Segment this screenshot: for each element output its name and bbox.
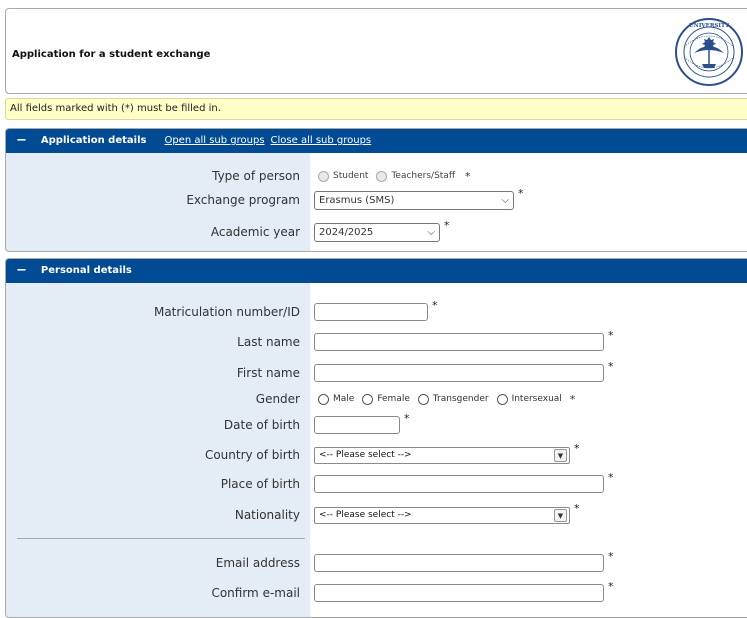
confirm-email-input[interactable] <box>314 584 604 602</box>
exchange-program-value: Erasmus (SMS) <box>319 195 395 206</box>
date-of-birth-row: Date of birth * <box>6 412 747 436</box>
chevron-down-icon: ⌵ <box>501 195 509 206</box>
required-star: * <box>432 299 438 312</box>
required-star: * <box>608 550 614 563</box>
application-details-group: − Application details Open all sub group… <box>5 128 747 252</box>
first-name-row: First name * <box>6 360 747 384</box>
confirm-email-label: Confirm e-mail <box>211 586 300 600</box>
logo-text: UNIVERSITY <box>689 23 729 29</box>
type-of-person-row: Type of person Student Teachers/Staff * <box>6 165 747 187</box>
email-label: Email address <box>215 556 300 570</box>
required-star: * <box>608 329 614 342</box>
type-of-person-label: Type of person <box>212 169 300 183</box>
nationality-value: <-- Please select --> <box>319 510 412 520</box>
country-of-birth-row: Country of birth <-- Please select --> ▼… <box>6 442 747 466</box>
academic-year-value: 2024/2025 <box>319 227 374 238</box>
place-of-birth-label: Place of birth <box>220 477 300 491</box>
group-title: Personal details <box>40 265 132 276</box>
application-details-header: − Application details Open all sub group… <box>6 129 747 153</box>
group-title: Application details <box>40 135 147 146</box>
teachers-staff-radio[interactable] <box>376 170 388 182</box>
academic-year-label: Academic year <box>210 225 300 239</box>
required-star: * <box>569 392 576 406</box>
female-radio[interactable] <box>362 393 374 405</box>
matriculation-label: Matriculation number/ID <box>153 305 300 319</box>
required-star: * <box>608 580 614 593</box>
female-radio-label: Female <box>377 394 410 404</box>
page-title: Application for a student exchange <box>12 49 211 60</box>
last-name-input[interactable] <box>314 333 604 351</box>
last-name-label: Last name <box>237 335 300 349</box>
required-star: * <box>444 219 450 232</box>
exchange-program-label: Exchange program <box>186 193 300 207</box>
required-star: * <box>404 412 410 425</box>
last-name-row: Last name * <box>6 329 747 353</box>
email-row: Email address * <box>6 550 747 574</box>
country-of-birth-value: <-- Please select --> <box>319 450 412 460</box>
country-of-birth-select[interactable]: <-- Please select --> ▼ <box>314 447 570 464</box>
required-fields-notice: All fields marked with (*) must be fille… <box>5 98 747 120</box>
student-radio[interactable] <box>318 170 329 182</box>
section-divider <box>17 538 305 539</box>
transgender-radio[interactable] <box>417 393 429 405</box>
exchange-program-select[interactable]: Erasmus (SMS) ⌵ <box>314 191 514 210</box>
dropdown-arrow-icon: ▼ <box>554 449 567 462</box>
academic-year-row: Academic year 2024/2025 ⌵ * <box>6 219 747 243</box>
academic-year-select[interactable]: 2024/2025 ⌵ <box>314 223 440 242</box>
required-star: * <box>465 169 471 183</box>
date-of-birth-input[interactable] <box>314 416 400 434</box>
student-radio-label: Student <box>333 171 369 181</box>
matriculation-input[interactable] <box>314 303 428 321</box>
dropdown-arrow-icon: ▼ <box>554 509 567 522</box>
nationality-label: Nationality <box>234 508 300 522</box>
matriculation-row: Matriculation number/ID * <box>6 299 747 323</box>
intersexual-radio[interactable] <box>496 393 508 405</box>
nationality-select[interactable]: <-- Please select --> ▼ <box>314 507 570 524</box>
chevron-down-icon: ⌵ <box>427 227 435 238</box>
required-star: * <box>608 360 614 373</box>
first-name-label: First name <box>236 366 300 380</box>
intersexual-radio-label: Intersexual <box>511 394 562 404</box>
confirm-email-row: Confirm e-mail * <box>6 580 747 604</box>
personal-details-header: − Personal details <box>6 259 747 283</box>
required-star: * <box>608 471 614 484</box>
required-star: * <box>574 442 580 455</box>
required-star: * <box>518 187 524 200</box>
gender-radios: Male Female Transgender Intersexual * <box>318 390 575 408</box>
close-all-subgroups-link[interactable]: Close all sub groups <box>271 129 372 153</box>
male-radio[interactable] <box>318 393 329 405</box>
gender-label: Gender <box>255 392 300 406</box>
personal-details-group: − Personal details Matriculation number/… <box>5 258 747 618</box>
type-of-person-radios: Student Teachers/Staff * <box>318 167 471 185</box>
university-seal-icon: UNIVERSITY <box>674 17 744 87</box>
gender-row: Gender Male Female Transgender Intersexu… <box>6 388 747 410</box>
date-of-birth-label: Date of birth <box>223 418 300 432</box>
place-of-birth-row: Place of birth * <box>6 471 747 495</box>
transgender-radio-label: Transgender <box>432 394 489 404</box>
exchange-program-row: Exchange program Erasmus (SMS) ⌵ * <box>6 187 747 211</box>
first-name-input[interactable] <box>314 364 604 382</box>
collapse-icon[interactable]: − <box>16 259 27 283</box>
email-input[interactable] <box>314 554 604 572</box>
country-of-birth-label: Country of birth <box>204 448 300 462</box>
open-all-subgroups-link[interactable]: Open all sub groups <box>164 129 264 153</box>
male-radio-label: Male <box>333 394 355 404</box>
required-star: * <box>574 502 580 515</box>
page-header: Application for a student exchange UNIVE… <box>5 8 747 94</box>
collapse-icon[interactable]: − <box>16 129 27 153</box>
place-of-birth-input[interactable] <box>314 475 604 493</box>
teachers-staff-radio-label: Teachers/Staff <box>391 171 456 181</box>
nationality-row: Nationality <-- Please select --> ▼ * <box>6 502 747 526</box>
